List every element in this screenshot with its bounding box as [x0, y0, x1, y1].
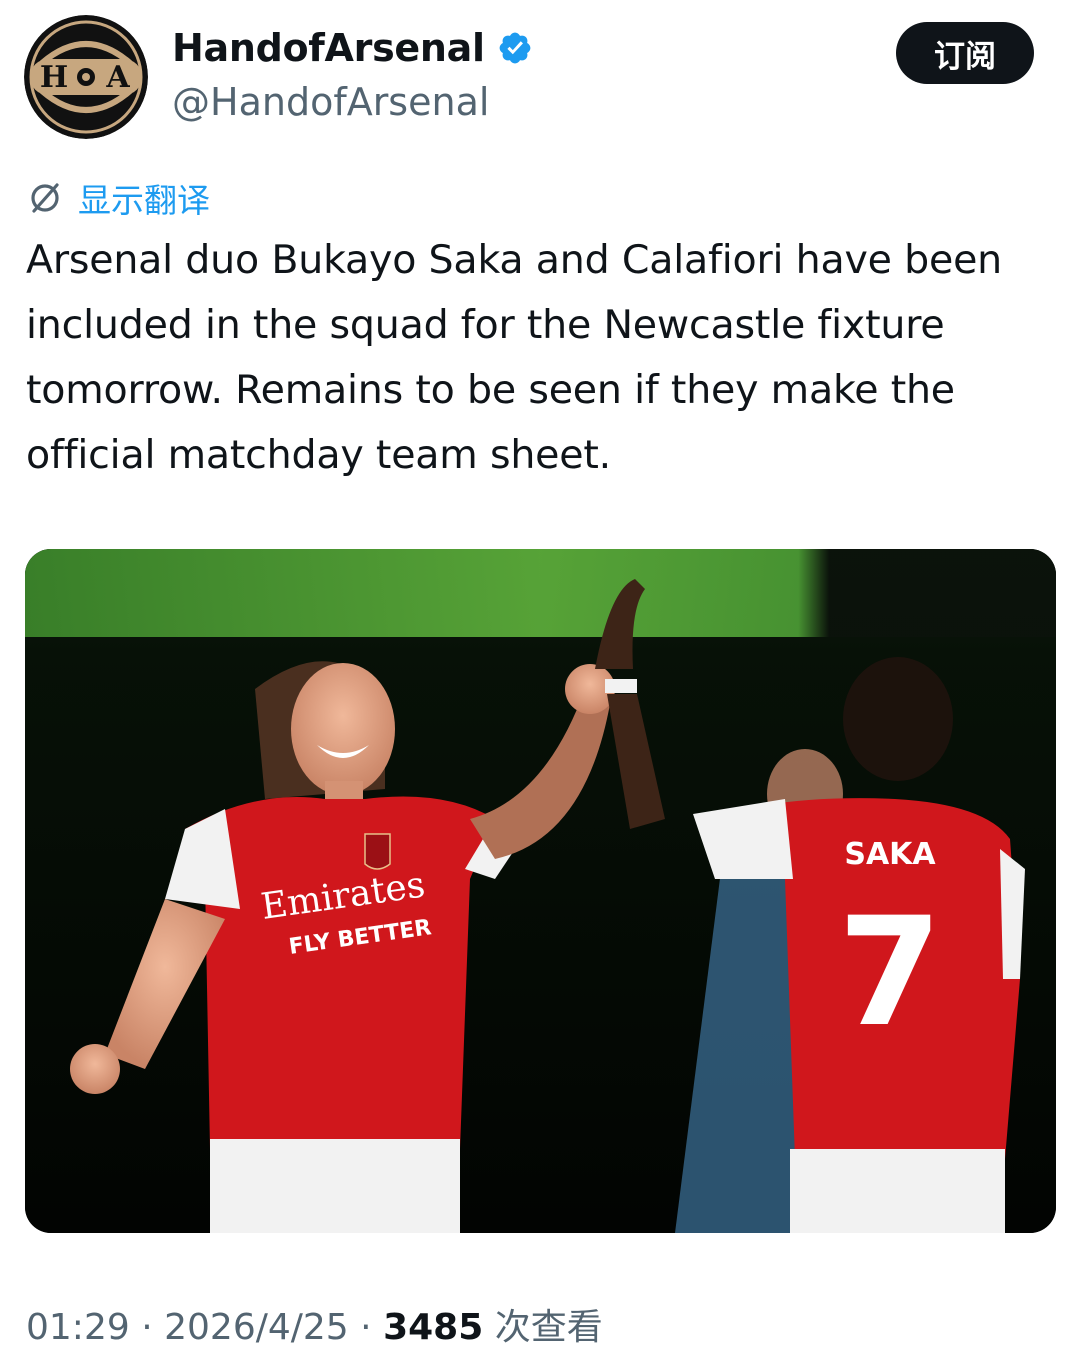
tweet-text: Arsenal duo Bukayo Saka and Calafiori ha…	[26, 237, 1003, 478]
jersey-back-number-text: 7	[838, 886, 942, 1060]
author-name-row[interactable]: HandofArsenal	[172, 26, 533, 70]
meta-separator-2: ·	[360, 1307, 372, 1348]
hoa-logo-icon: H A	[24, 15, 148, 139]
svg-text:A: A	[105, 60, 130, 95]
tweet-date[interactable]: 2026/4/25	[164, 1307, 349, 1348]
tweet-photo[interactable]: Emirates FLY BETTER SAKA 7	[25, 549, 1056, 1233]
view-count-label: 次查看	[494, 1307, 603, 1348]
tweet-meta: 01:29 · 2026/4/25 · 3485 次查看	[26, 1298, 603, 1350]
meta-separator: ·	[141, 1307, 153, 1348]
players-celebration-photo: Emirates FLY BETTER SAKA 7	[25, 549, 1056, 1233]
author-handle[interactable]: @HandofArsenal	[172, 80, 489, 124]
tweet-time[interactable]: 01:29	[26, 1307, 130, 1348]
verified-badge-icon	[499, 32, 531, 64]
avatar[interactable]: H A	[24, 15, 148, 139]
subscribe-button[interactable]: 订阅	[896, 22, 1034, 84]
show-translation-link[interactable]: 显示翻译	[26, 174, 210, 222]
author-display-name[interactable]: HandofArsenal	[172, 26, 485, 70]
svg-text:H: H	[40, 60, 68, 95]
show-translation-label[interactable]: 显示翻译	[78, 174, 210, 222]
jersey-back-name-text: SAKA	[844, 837, 936, 872]
view-count: 3485	[383, 1307, 484, 1348]
translate-icon	[31, 183, 59, 213]
